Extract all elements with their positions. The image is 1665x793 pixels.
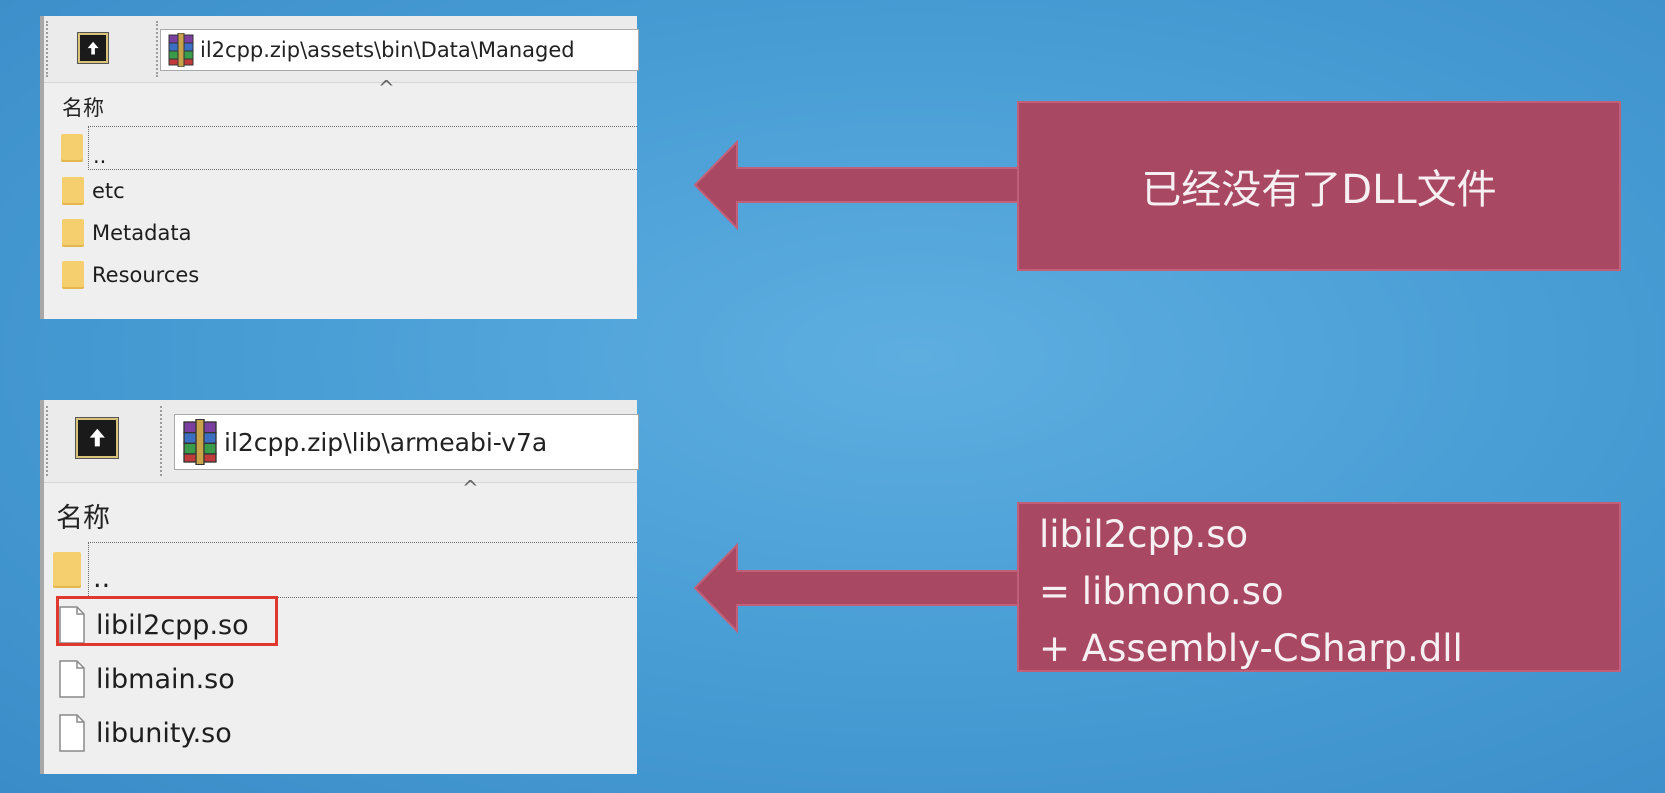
up-arrow-icon bbox=[87, 41, 99, 55]
folder-icon bbox=[61, 134, 83, 162]
folder-icon bbox=[62, 219, 84, 247]
file-list: .. libil2cpp.so libmain.so libunity.so bbox=[44, 542, 637, 760]
toolbar: il2cpp.zip\lib\armeabi-v7a bbox=[44, 400, 639, 483]
list-item-parent-folder[interactable]: .. bbox=[53, 542, 637, 598]
list-item[interactable]: libmain.so bbox=[44, 652, 637, 706]
item-name: libmain.so bbox=[96, 663, 235, 695]
item-name: Metadata bbox=[92, 221, 192, 245]
address-bar[interactable]: il2cpp.zip\assets\bin\Data\Managed bbox=[160, 29, 639, 71]
up-arrow-icon bbox=[89, 429, 105, 447]
callout-no-dll: 已经没有了DLL文件 bbox=[1017, 101, 1621, 271]
callout-line: + Assembly-CSharp.dll bbox=[1039, 627, 1463, 670]
list-item[interactable]: Metadata bbox=[44, 212, 637, 254]
address-bar[interactable]: il2cpp.zip\lib\armeabi-v7a bbox=[174, 414, 639, 470]
up-folder-button[interactable] bbox=[76, 418, 118, 458]
list-item[interactable]: libunity.so bbox=[44, 706, 637, 760]
item-name: .. bbox=[93, 562, 111, 594]
address-path: il2cpp.zip\lib\armeabi-v7a bbox=[224, 427, 548, 457]
archive-explorer-top: il2cpp.zip\assets\bin\Data\Managed ^ 名称 … bbox=[40, 16, 639, 319]
item-name: .. bbox=[93, 144, 107, 168]
item-name: etc bbox=[92, 179, 125, 203]
toolbar-grip[interactable] bbox=[46, 21, 48, 77]
sort-ascending-indicator: ^ bbox=[378, 76, 395, 100]
archive-explorer-bottom: il2cpp.zip\lib\armeabi-v7a ^ 名称 .. libil… bbox=[40, 400, 639, 774]
up-folder-button[interactable] bbox=[78, 33, 108, 63]
toolbar: il2cpp.zip\assets\bin\Data\Managed bbox=[44, 16, 639, 83]
toolbar-grip[interactable] bbox=[160, 406, 162, 476]
sort-ascending-indicator: ^ bbox=[462, 476, 479, 500]
callout-libil2cpp-explanation: libil2cpp.so = libmono.so + Assembly-CSh… bbox=[1017, 502, 1621, 672]
item-name: Resources bbox=[92, 263, 200, 287]
folder-icon bbox=[53, 552, 81, 588]
toolbar-grip[interactable] bbox=[46, 406, 48, 476]
highlight-box bbox=[56, 596, 278, 646]
address-path: il2cpp.zip\assets\bin\Data\Managed bbox=[200, 38, 575, 62]
callout-line: = libmono.so bbox=[1039, 570, 1284, 613]
file-icon bbox=[59, 660, 85, 698]
list-item[interactable]: etc bbox=[44, 170, 637, 212]
callout-line: libil2cpp.so bbox=[1039, 513, 1249, 556]
toolbar-grip[interactable] bbox=[156, 21, 158, 77]
file-icon bbox=[59, 714, 85, 752]
callout-text: 已经没有了DLL文件 bbox=[1141, 167, 1497, 213]
folder-icon bbox=[62, 177, 84, 205]
left-arrow-icon bbox=[693, 140, 1022, 230]
winrar-archive-icon bbox=[183, 419, 217, 465]
column-header-name[interactable]: 名称 bbox=[56, 496, 110, 535]
file-list: .. etc Metadata Resources bbox=[44, 126, 637, 296]
left-arrow-icon bbox=[693, 543, 1022, 633]
column-header-name[interactable]: 名称 bbox=[62, 92, 104, 122]
list-item[interactable]: Resources bbox=[44, 254, 637, 296]
folder-icon bbox=[62, 261, 84, 289]
item-name: libunity.so bbox=[96, 717, 232, 749]
list-item-parent-folder[interactable]: .. bbox=[61, 126, 637, 170]
winrar-archive-icon bbox=[168, 33, 194, 67]
